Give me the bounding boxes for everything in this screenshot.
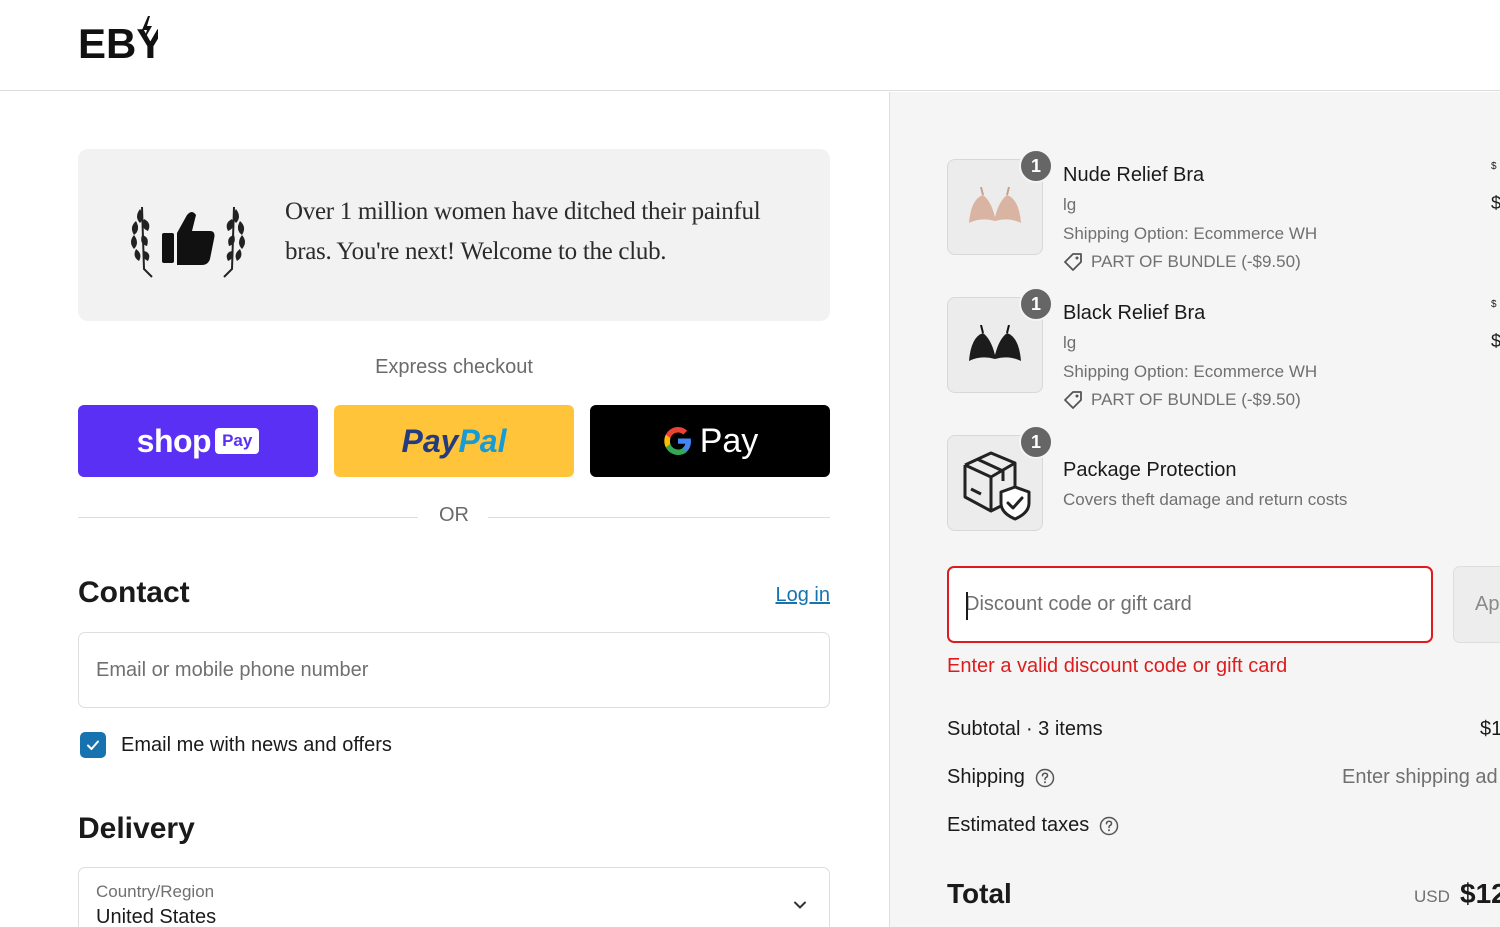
item-price: $ bbox=[1491, 331, 1500, 352]
newsletter-option[interactable]: Email me with news and offers bbox=[80, 732, 392, 758]
country-value: United States bbox=[96, 906, 217, 927]
item-variant: lg bbox=[1063, 195, 1077, 214]
google-pay-button[interactable]: Pay bbox=[590, 405, 830, 477]
item-name: Black Relief Bra bbox=[1063, 302, 1206, 324]
shipping-label-group: Shipping bbox=[947, 766, 1055, 789]
subtotal-value: $1 bbox=[1480, 718, 1500, 740]
promo-banner-text: Over 1 million women have ditched their … bbox=[285, 198, 761, 265]
total-amount: $12 bbox=[1460, 878, 1500, 909]
black-bra-image bbox=[969, 325, 1021, 361]
login-link[interactable]: Log in bbox=[776, 584, 831, 607]
newsletter-label: Email me with news and offers bbox=[121, 733, 392, 756]
bundle-tag: PART OF BUNDLE (-$9.50) bbox=[1063, 390, 1301, 410]
item-price: $ bbox=[1491, 193, 1500, 214]
nude-bra-image bbox=[969, 187, 1021, 223]
thumbs-up-laurel-icon bbox=[131, 206, 245, 278]
google-pay-label: Pay bbox=[699, 421, 759, 460]
country-select[interactable]: Country/Region United States bbox=[78, 867, 830, 927]
quantity-badge: 1 bbox=[1019, 425, 1053, 459]
item-price-top: $ bbox=[1491, 161, 1497, 172]
item-description: Covers theft damage and return costs bbox=[1063, 490, 1348, 509]
bundle-label: PART OF BUNDLE (-$9.50) bbox=[1091, 252, 1301, 271]
help-icon[interactable] bbox=[1035, 768, 1055, 788]
tag-icon bbox=[1064, 253, 1082, 271]
contact-title: Contact bbox=[78, 576, 190, 609]
shop-pay-wordmark: shop bbox=[136, 422, 212, 459]
or-divider: OR bbox=[78, 504, 830, 532]
item-shipping-option: Shipping Option: Ecommerce WH bbox=[1063, 362, 1318, 381]
subtotal-label: Subtotal · 3 items bbox=[947, 718, 1103, 740]
header: EBY bbox=[0, 0, 1500, 91]
discount-error-message: Enter a valid discount code or gift card bbox=[947, 655, 1288, 677]
item-name: Package Protection bbox=[1063, 459, 1237, 481]
text-caret bbox=[966, 592, 968, 620]
package-protection-icon bbox=[963, 451, 1031, 521]
shop-pay-badge: Pay bbox=[215, 428, 260, 454]
paypal-button[interactable]: Pay Pal bbox=[334, 405, 574, 477]
cart-item: 1 Nude Relief Bra lg Shipping Option: Ec… bbox=[947, 149, 1500, 271]
cart-item: 1 Black Relief Bra lg Shipping Option: E… bbox=[947, 287, 1500, 409]
bundle-label: PART OF BUNDLE (-$9.50) bbox=[1091, 390, 1301, 409]
email-input[interactable] bbox=[79, 633, 829, 707]
brand-logo[interactable]: EBY bbox=[78, 14, 158, 64]
or-label: OR bbox=[439, 504, 469, 526]
shipping-value: Enter shipping ad bbox=[1342, 766, 1498, 788]
discount-code-input[interactable] bbox=[949, 568, 1431, 641]
chevron-down-icon bbox=[794, 901, 806, 909]
quantity-badge: 1 bbox=[1019, 287, 1053, 321]
express-checkout-label: Express checkout bbox=[375, 356, 533, 378]
taxes-label: Estimated taxes bbox=[947, 814, 1090, 836]
help-icon[interactable] bbox=[1099, 816, 1119, 836]
discount-code-field[interactable] bbox=[947, 566, 1433, 643]
checkmark-icon bbox=[87, 740, 99, 750]
cart-item: 1 Package Protection Covers theft damage… bbox=[947, 425, 1500, 535]
item-price-top: $ bbox=[1491, 299, 1497, 310]
order-summary: 1 Nude Relief Bra lg Shipping Option: Ec… bbox=[889, 92, 1500, 927]
checkout-main: Over 1 million women have ditched their … bbox=[0, 92, 889, 927]
item-variant: lg bbox=[1063, 333, 1077, 352]
total-label: Total bbox=[947, 878, 1012, 909]
item-shipping-option: Shipping Option: Ecommerce WH bbox=[1063, 224, 1318, 243]
shop-pay-button[interactable]: shop Pay bbox=[78, 405, 318, 477]
taxes-label-group: Estimated taxes bbox=[947, 814, 1119, 837]
delivery-title: Delivery bbox=[78, 812, 195, 845]
paypal-wordmark-a: Pay bbox=[401, 422, 459, 459]
newsletter-checkbox[interactable] bbox=[80, 732, 106, 758]
tag-icon bbox=[1064, 391, 1082, 409]
email-field[interactable] bbox=[78, 632, 830, 708]
promo-banner: Over 1 million women have ditched their … bbox=[78, 149, 830, 321]
bundle-tag: PART OF BUNDLE (-$9.50) bbox=[1063, 252, 1301, 272]
item-name: Nude Relief Bra bbox=[1063, 164, 1205, 186]
quantity-badge: 1 bbox=[1019, 149, 1053, 183]
country-label: Country/Region bbox=[96, 882, 215, 901]
paypal-wordmark-b: Pal bbox=[458, 422, 507, 459]
google-g-icon bbox=[664, 427, 691, 455]
apply-discount-button[interactable]: Ap bbox=[1453, 566, 1500, 643]
total-currency: USD bbox=[1414, 887, 1450, 906]
shipping-label: Shipping bbox=[947, 766, 1025, 788]
